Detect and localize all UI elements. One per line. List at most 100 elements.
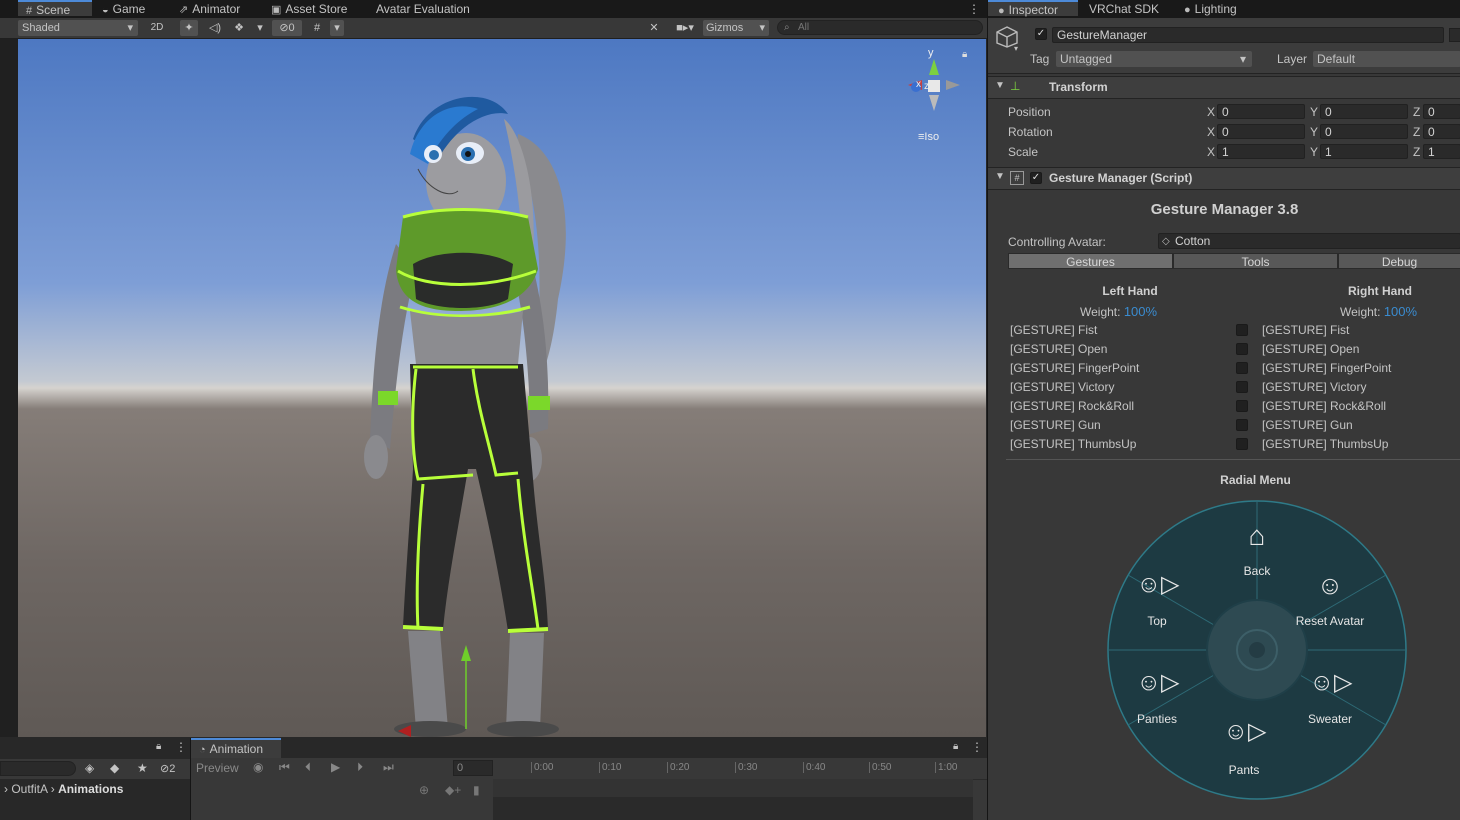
radial-item-pants[interactable]: ☺▷ Pants <box>1199 715 1289 777</box>
position-x-field[interactable]: 0 <box>1217 104 1305 119</box>
right-gesture-item[interactable]: [GESTURE] FingerPoint <box>1262 361 1391 375</box>
lock-icon[interactable]: 🔒︎ <box>962 49 967 60</box>
frame-field[interactable]: 0 <box>453 760 493 776</box>
left-gesture-item[interactable]: [GESTURE] Open <box>1010 342 1107 356</box>
gesture-manager-header[interactable]: ▼ # ✓ Gesture Manager (Script) <box>988 167 1460 190</box>
gesture-checkbox[interactable] <box>1236 362 1248 374</box>
script-enabled-checkbox[interactable]: ✓ <box>1030 172 1042 184</box>
favorite-star-icon[interactable]: ★ <box>137 761 148 775</box>
next-keyframe-icon[interactable]: ⏵ <box>357 760 363 775</box>
tag-dropdown[interactable]: Untagged ▾ <box>1056 51 1252 67</box>
projection-toggle[interactable]: ≡Iso <box>918 131 939 143</box>
effects-dropdown-arrow-icon[interactable]: ▾ <box>254 20 266 36</box>
right-gesture-item[interactable]: [GESTURE] ThumbsUp <box>1262 437 1388 451</box>
hierarchy-collapsed-strip[interactable] <box>0 39 19 737</box>
grid-toggle-icon[interactable]: # <box>308 20 326 36</box>
left-gesture-item[interactable]: [GESTURE] ThumbsUp <box>1010 437 1136 451</box>
active-checkbox[interactable]: ✓ <box>1035 28 1047 40</box>
radial-item-panties[interactable]: ☺▷ Panties <box>1112 666 1202 726</box>
camera-dropdown-icon[interactable]: ■▸▾ <box>670 20 700 36</box>
first-keyframe-icon[interactable]: ⏮ <box>279 760 290 775</box>
position-y-field[interactable]: 0 <box>1320 104 1408 119</box>
scene-search-input[interactable]: ⌕ All <box>777 20 983 35</box>
last-keyframe-icon[interactable]: ⏭ <box>383 760 394 775</box>
scene-viewport[interactable]: y x z ≡Iso 🔒︎ <box>18 39 986 737</box>
right-gesture-item[interactable]: [GESTURE] Rock&Roll <box>1262 399 1386 413</box>
timeline-ruler[interactable]: 0:00 0:10 0:20 0:30 0:40 0:50 1:00 <box>493 758 973 779</box>
filter-type-icon[interactable]: ◈ <box>85 761 94 775</box>
breadcrumb-item-animations[interactable]: Animations <box>58 782 123 796</box>
static-checkbox[interactable] <box>1449 28 1460 42</box>
audio-toggle-icon[interactable]: ◁) <box>206 20 224 36</box>
rotation-y-field[interactable]: 0 <box>1320 124 1408 139</box>
right-gesture-item[interactable]: [GESTURE] Victory <box>1262 380 1366 394</box>
gesture-checkbox[interactable] <box>1236 438 1248 450</box>
position-z-field[interactable]: 0 <box>1423 104 1460 119</box>
tab-lighting[interactable]: ● Lighting <box>1184 0 1237 18</box>
gesture-checkbox[interactable] <box>1236 343 1248 355</box>
lock-icon[interactable]: 🔒︎ <box>953 741 958 752</box>
tab-vrchat-sdk[interactable]: VRChat SDK <box>1089 0 1159 18</box>
tab-debug[interactable]: Debug <box>1338 253 1460 269</box>
more-options-icon[interactable]: ⋮ <box>968 0 980 18</box>
gesture-checkbox[interactable] <box>1236 381 1248 393</box>
grid-dropdown-arrow-icon[interactable]: ▾ <box>330 20 344 36</box>
gizmos-dropdown[interactable]: Gizmos ▾ <box>703 20 769 36</box>
radial-item-reset-avatar[interactable]: ☺ Reset Avatar <box>1285 568 1375 628</box>
tab-gestures[interactable]: Gestures <box>1008 253 1173 269</box>
lighting-toggle-icon[interactable]: ✦ <box>180 20 198 36</box>
tab-animation[interactable]: ◔ Animation <box>191 738 281 758</box>
scale-x-field[interactable]: 1 <box>1217 144 1305 159</box>
radial-item-top[interactable]: ☺▷ Top <box>1112 568 1202 628</box>
previous-keyframe-icon[interactable]: ⏴ <box>305 760 311 775</box>
tab-inspector[interactable]: ● Inspector <box>988 0 1078 17</box>
tab-game[interactable]: ◒ Game <box>102 0 145 18</box>
more-options-icon[interactable]: ⋮ <box>971 740 983 754</box>
scale-y-field[interactable]: 1 <box>1320 144 1408 159</box>
axis-gizmo[interactable]: y x z ≡Iso <box>900 47 960 147</box>
record-icon[interactable]: ◉ <box>253 760 263 774</box>
scene-visibility-toggle[interactable]: ⊘0 <box>272 20 302 36</box>
event-marker-icon[interactable]: ▮ <box>473 783 480 797</box>
right-gesture-item[interactable]: [GESTURE] Open <box>1262 342 1359 356</box>
left-gesture-item[interactable]: [GESTURE] Gun <box>1010 418 1101 432</box>
shading-mode-dropdown[interactable]: Shaded ▾ <box>18 20 138 36</box>
transform-header[interactable]: ▼ ⊥ Transform <box>988 76 1460 99</box>
layer-dropdown[interactable]: Default <box>1313 51 1460 67</box>
right-gesture-item[interactable]: [GESTURE] Fist <box>1262 323 1349 337</box>
object-name-field[interactable]: GestureManager <box>1052 27 1444 43</box>
breadcrumb-item-outfita[interactable]: OutfitA <box>11 782 47 796</box>
label-tag-icon[interactable]: ◆ <box>110 761 119 775</box>
rotation-z-field[interactable]: 0 <box>1423 124 1460 139</box>
more-options-icon[interactable]: ⋮ <box>175 740 187 754</box>
lock-icon[interactable]: 🔒︎ <box>156 741 161 752</box>
event-track[interactable] <box>493 779 973 797</box>
dopesheet-area[interactable] <box>493 797 973 820</box>
left-gesture-item[interactable]: [GESTURE] FingerPoint <box>1010 361 1139 375</box>
tab-animator[interactable]: ⇗ Animator <box>179 0 240 18</box>
2d-toggle-button[interactable]: 2D <box>146 20 168 36</box>
preview-toggle[interactable]: Preview <box>196 761 239 775</box>
rotation-x-field[interactable]: 0 <box>1217 124 1305 139</box>
play-icon[interactable]: ▶ <box>331 760 340 774</box>
hidden-packages-toggle[interactable]: ⊘2 <box>160 762 175 775</box>
project-search-input[interactable] <box>0 761 76 776</box>
tab-asset-store[interactable]: ▣ Asset Store <box>271 0 347 18</box>
right-gesture-item[interactable]: [GESTURE] Gun <box>1262 418 1353 432</box>
gesture-checkbox[interactable] <box>1236 419 1248 431</box>
gesture-checkbox[interactable] <box>1236 324 1248 336</box>
left-gesture-item[interactable]: [GESTURE] Victory <box>1010 380 1114 394</box>
scale-z-field[interactable]: 1 <box>1423 144 1460 159</box>
effects-toggle-icon[interactable]: ❖ <box>230 20 248 36</box>
tab-scene[interactable]: # Scene <box>18 0 92 17</box>
left-gesture-item[interactable]: [GESTURE] Rock&Roll <box>1010 399 1134 413</box>
icon-dropdown-arrow-icon[interactable]: ▾ <box>1014 44 1018 53</box>
left-weight-value[interactable]: 100% <box>1124 304 1157 319</box>
tab-avatar-evaluation[interactable]: Avatar Evaluation <box>376 0 470 18</box>
tab-tools[interactable]: Tools <box>1173 253 1338 269</box>
right-weight-value[interactable]: 100% <box>1384 304 1417 319</box>
add-keyframe-icon[interactable]: ⊕ <box>419 783 429 797</box>
controlling-avatar-field[interactable]: ◇ Cotton <box>1158 233 1460 249</box>
add-event-icon[interactable]: ◆+ <box>445 783 461 797</box>
tools-icon[interactable]: ✕ <box>645 20 663 36</box>
